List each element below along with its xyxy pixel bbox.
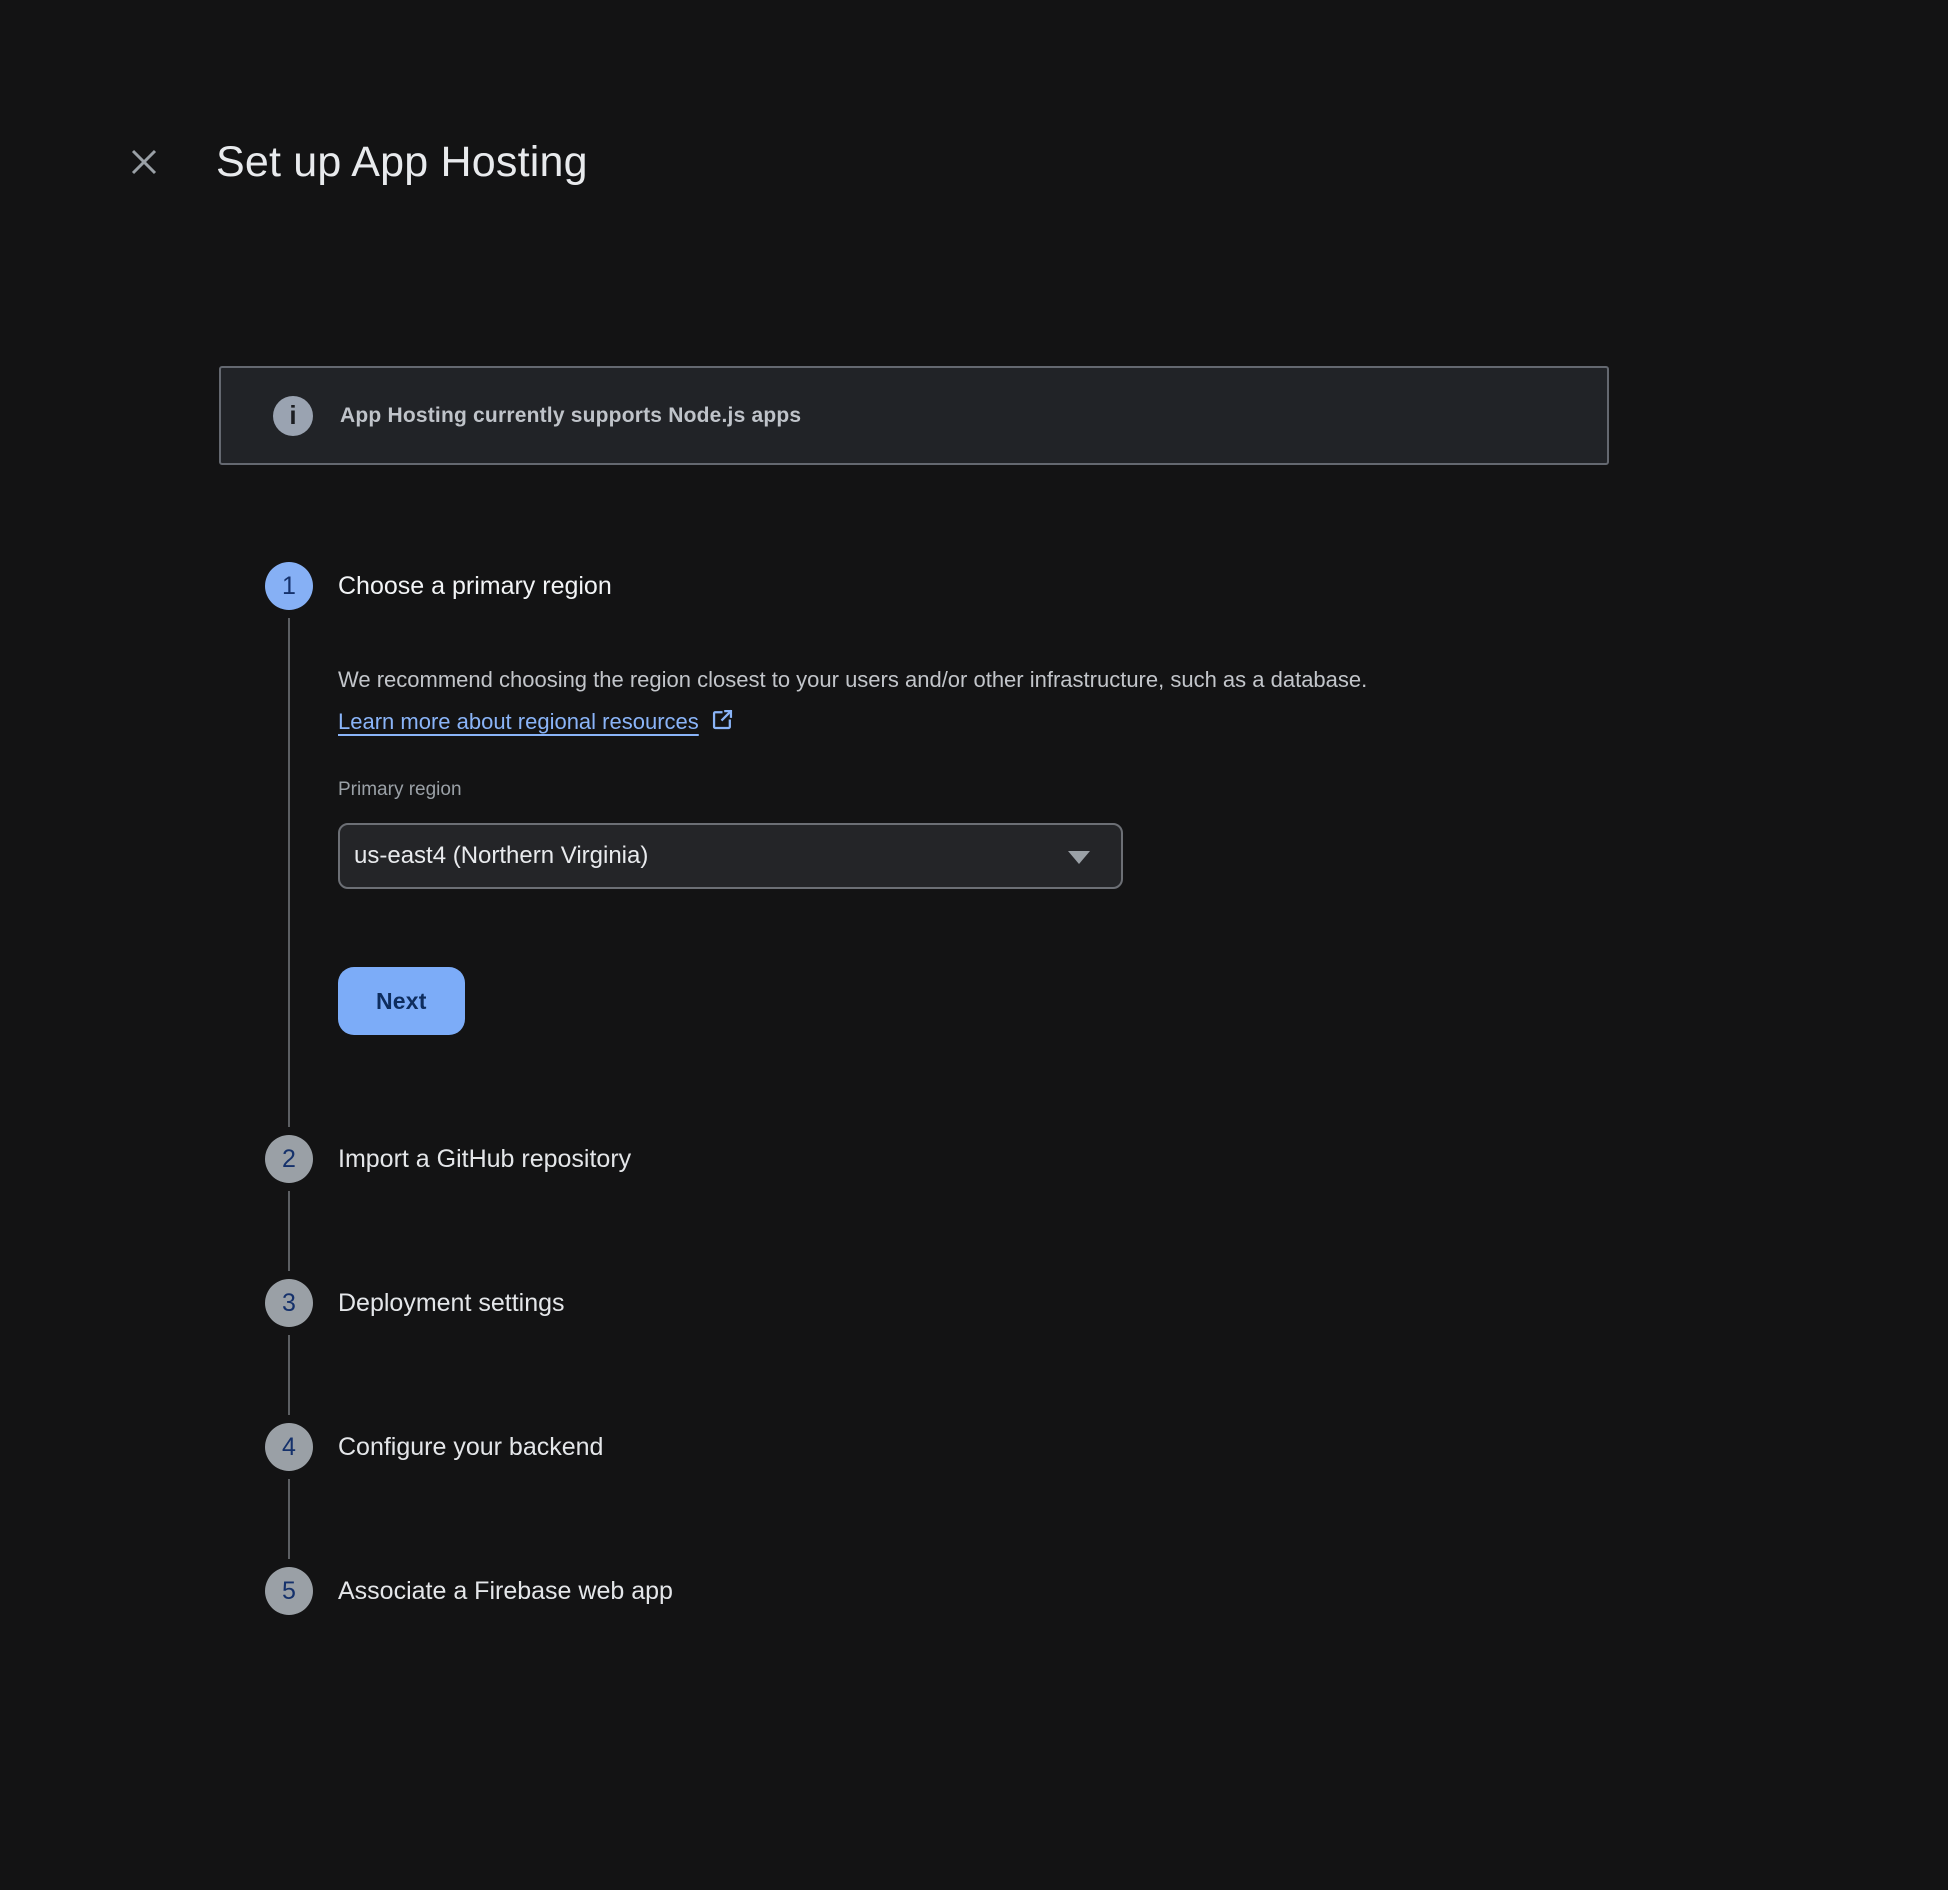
region-description-text: We recommend choosing the region closest… (338, 667, 1367, 692)
step-1-content: We recommend choosing the region closest… (338, 659, 1948, 1035)
step-3-title: Deployment settings (338, 1289, 565, 1318)
setup-stepper: 1 Choose a primary region We recommend c… (265, 562, 1948, 1615)
step-1-choose-primary-region: 1 Choose a primary region We recommend c… (265, 562, 1948, 1135)
primary-region-label: Primary region (338, 778, 1948, 802)
step-3-deployment-settings: 3 Deployment settings (265, 1279, 1948, 1423)
step-2-title: Import a GitHub repository (338, 1145, 631, 1174)
info-icon: i (273, 396, 313, 436)
info-banner: i App Hosting currently supports Node.js… (219, 366, 1609, 465)
step-2-number-badge: 2 (265, 1135, 313, 1183)
primary-region-value: us-east4 (Northern Virginia) (354, 842, 648, 870)
page-title: Set up App Hosting (216, 138, 588, 187)
close-icon-glyph (129, 147, 159, 177)
learn-more-link[interactable]: Learn more about regional resources (338, 709, 736, 734)
step-1-title: Choose a primary region (338, 572, 612, 601)
step-4-number-badge: 4 (265, 1423, 313, 1471)
step-3-number-badge: 3 (265, 1279, 313, 1327)
step-4-configure-your-backend: 4 Configure your backend (265, 1423, 1948, 1567)
chevron-down-icon (1068, 851, 1090, 864)
dialog-header: Set up App Hosting (126, 136, 1948, 188)
step-5-number-badge: 5 (265, 1567, 313, 1615)
close-icon[interactable] (126, 144, 162, 180)
step-4-title: Configure your backend (338, 1433, 603, 1462)
step-1-number-badge: 1 (265, 562, 313, 610)
step-5-title: Associate a Firebase web app (338, 1577, 673, 1606)
step-4-header: 4 Configure your backend (265, 1423, 1948, 1471)
learn-more-link-text: Learn more about regional resources (338, 709, 699, 734)
next-button[interactable]: Next (338, 967, 465, 1035)
info-banner-text: App Hosting currently supports Node.js a… (340, 404, 801, 428)
step-1-header: 1 Choose a primary region (265, 562, 1948, 610)
step-2-import-github-repository: 2 Import a GitHub repository (265, 1135, 1948, 1279)
primary-region-select[interactable]: us-east4 (Northern Virginia) (338, 823, 1123, 889)
external-link-icon (709, 706, 736, 733)
step-3-header: 3 Deployment settings (265, 1279, 1948, 1327)
step-2-header: 2 Import a GitHub repository (265, 1135, 1948, 1183)
region-description: We recommend choosing the region closest… (338, 659, 1568, 743)
step-5-header: 5 Associate a Firebase web app (265, 1567, 1948, 1615)
step-5-associate-firebase-web-app: 5 Associate a Firebase web app (265, 1567, 1948, 1615)
